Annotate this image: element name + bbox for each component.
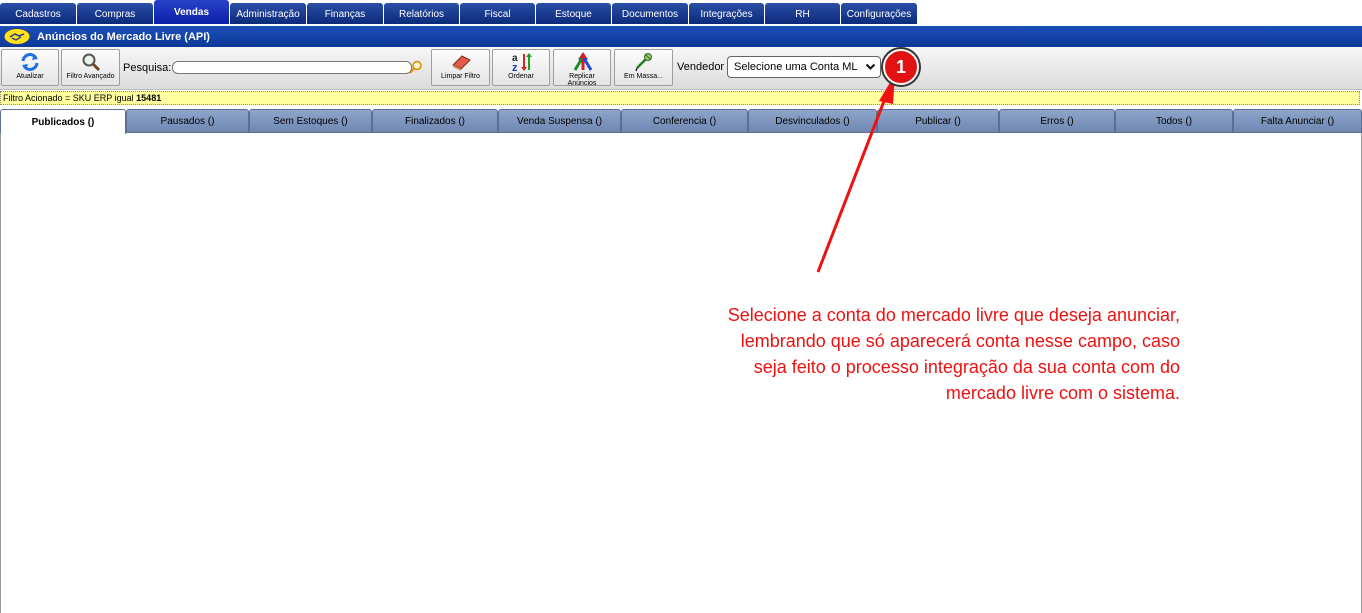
active-filter-value: 15481 (136, 93, 162, 103)
tab-publicados[interactable]: Publicados () (0, 109, 126, 134)
menu-tab-documentos[interactable]: Documentos (612, 3, 688, 24)
menu-tab-relatorios[interactable]: Relatórios (384, 3, 459, 24)
bulk-edit-button[interactable]: Em Massa... (614, 49, 673, 86)
annotation-line: Selecione a conta do mercado livre que d… (727, 305, 1180, 325)
menu-tab-cadastros[interactable]: Cadastros (0, 3, 76, 24)
search-label: Pesquisa: (123, 62, 172, 74)
refresh-icon (19, 52, 41, 72)
tab-pausados[interactable]: Pausados () (126, 109, 249, 133)
top-menu: Cadastros Compras Vendas Administração F… (0, 0, 918, 24)
seller-label: Vendedor (677, 61, 725, 73)
replicate-ads-label: Replicar Anúncios (567, 73, 597, 87)
tab-todos[interactable]: Todos () (1115, 109, 1233, 133)
tab-conferencia[interactable]: Conferencia () (621, 109, 748, 133)
advanced-filter-button[interactable]: Filtro Avançado (61, 49, 120, 86)
annotation-line: mercado livre com o sistema. (945, 383, 1180, 403)
annotation-text: Selecione a conta do mercado livre que d… (640, 302, 1180, 406)
window-title-bar: Anúncios do Mercado Livre (API) (0, 26, 1362, 47)
replicate-arrows-icon (571, 52, 593, 72)
menu-tab-vendas[interactable]: Vendas (154, 0, 229, 24)
tab-sem-estoques[interactable]: Sem Estoques () (249, 109, 372, 133)
status-tabs: Publicados () Pausados () Sem Estoques (… (0, 109, 1362, 134)
tab-falta-anunciar[interactable]: Falta Anunciar () (1233, 109, 1362, 133)
menu-tab-compras[interactable]: Compras (77, 3, 153, 24)
clear-filter-button[interactable]: Limpar Filtro (431, 49, 490, 86)
handshake-logo-icon (3, 28, 31, 45)
bulk-edit-label: Em Massa... (624, 73, 663, 80)
refresh-button[interactable]: Atualizar (1, 49, 59, 86)
toolbar: Atualizar Filtro Avançado Pesquisa: Limp… (0, 47, 1362, 90)
tab-desvinculados[interactable]: Desvinculados () (748, 109, 877, 133)
annotation-step-badge: 1 (883, 49, 919, 85)
active-filter-text: Filtro Acionado = SKU ERP igual (3, 93, 134, 103)
advanced-filter-label: Filtro Avançado (66, 73, 115, 80)
annotation-line: seja feito o processo integração da sua … (753, 357, 1180, 377)
page-title: Anúncios do Mercado Livre (API) (37, 30, 210, 43)
chevron-down-icon (865, 61, 876, 75)
menu-tab-financas[interactable]: Finanças (307, 3, 383, 24)
menu-tab-configuracoes[interactable]: Configurações (841, 3, 917, 24)
seller-select[interactable]: Selecione uma Conta ML (727, 56, 881, 78)
menu-tab-estoque[interactable]: Estoque (536, 3, 611, 24)
seller-select-value: Selecione uma Conta ML (734, 61, 858, 73)
magnifier-filter-icon (80, 52, 102, 72)
active-filter-bar: Filtro Acionado = SKU ERP igual 15481 (0, 91, 1360, 105)
menu-tab-administracao[interactable]: Administração (230, 3, 306, 24)
sort-label: Ordenar (508, 73, 534, 80)
clear-filter-label: Limpar Filtro (441, 73, 480, 80)
tab-publicar[interactable]: Publicar () (877, 109, 999, 133)
search-icon[interactable] (409, 60, 423, 79)
eraser-icon (450, 52, 472, 72)
search-input[interactable] (172, 61, 412, 74)
tab-erros[interactable]: Erros () (999, 109, 1115, 133)
menu-tab-integracoes[interactable]: Integrações (689, 3, 764, 24)
sort-az-icon: az (510, 52, 532, 74)
sort-button[interactable]: az Ordenar (492, 49, 550, 86)
annotation-line: lembrando que só aparecerá conta nesse c… (740, 331, 1180, 351)
svg-text:z: z (512, 62, 518, 72)
tab-finalizados[interactable]: Finalizados () (372, 109, 498, 133)
replicate-ads-button[interactable]: Replicar Anúncios (553, 49, 611, 87)
menu-tab-fiscal[interactable]: Fiscal (460, 3, 535, 24)
menu-tab-rh[interactable]: RH (765, 3, 840, 24)
tab-venda-suspensa[interactable]: Venda Suspensa () (498, 109, 621, 133)
refresh-label: Atualizar (16, 73, 44, 80)
bulk-edit-icon (633, 52, 655, 72)
